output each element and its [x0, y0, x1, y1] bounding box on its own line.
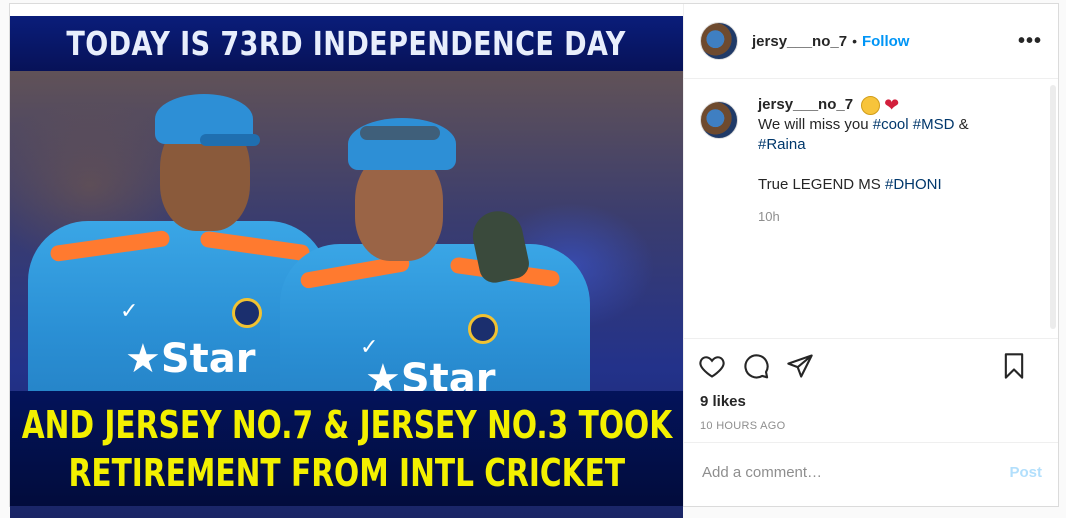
swoosh-logo: ✓ — [120, 298, 139, 323]
save-button[interactable] — [1000, 352, 1028, 380]
heart-emoji-icon: ❤ — [884, 94, 900, 115]
comment-icon — [744, 354, 769, 379]
post-image[interactable]: ✓ ★Star ✓ ★Star TODAY IS 73RD INDEPENDEN… — [10, 16, 683, 518]
caption-text: We will miss you #cool #MSD & #Raina Tru… — [758, 115, 1008, 195]
caption-comment: jersy___no_7 ❤ We will miss you #cool #M… — [700, 95, 1042, 227]
bcci-badge — [232, 298, 262, 328]
caption-time[interactable]: 10h — [758, 207, 1008, 227]
comments-section: jersy___no_7 ❤ We will miss you #cool #M… — [684, 79, 1058, 339]
caption-text-part: We will miss you — [758, 116, 873, 133]
top-banner: TODAY IS 73RD INDEPENDENCE DAY — [10, 16, 683, 71]
hashtag-msd[interactable]: #MSD — [913, 116, 955, 133]
follow-button[interactable]: Follow — [862, 33, 910, 50]
action-bar — [684, 339, 1058, 393]
sunglasses — [360, 126, 440, 140]
bottom-banner: AND JERSEY NO.7 & JERSEY NO.3 TOOK RETIR… — [10, 391, 683, 506]
post-side-panel: jersy___no_7 • Follow ••• jersy___no_7 ❤… — [683, 4, 1058, 506]
caption-username[interactable]: jersy___no_7 — [758, 95, 853, 115]
avatar[interactable] — [700, 101, 738, 139]
share-button[interactable] — [786, 352, 814, 380]
caption-text-part: True LEGEND MS — [758, 176, 885, 193]
bookmark-icon — [1004, 353, 1024, 379]
top-banner-text: TODAY IS 73RD INDEPENDENCE DAY — [66, 24, 627, 63]
add-comment-bar: Post — [684, 443, 1058, 501]
bcci-badge — [468, 314, 498, 344]
comment-button[interactable] — [742, 352, 770, 380]
hashtag-cool[interactable]: #cool — [873, 116, 909, 133]
bottom-banner-line2: RETIREMENT FROM INTL CRICKET — [68, 450, 625, 495]
share-icon — [787, 354, 813, 378]
separator-dot: • — [852, 33, 857, 49]
post-comment-button[interactable]: Post — [1009, 464, 1042, 481]
caption-body: jersy___no_7 ❤ We will miss you #cool #M… — [758, 95, 1008, 227]
bottom-banner-line1: AND JERSEY NO.7 & JERSEY NO.3 TOOK — [21, 402, 672, 447]
comments-scrollbar[interactable] — [1050, 85, 1056, 329]
post-timestamp: 10 HOURS AGO — [684, 410, 1058, 443]
header-username[interactable]: jersy___no_7 — [752, 33, 847, 50]
heart-icon — [699, 356, 725, 378]
like-button[interactable] — [698, 352, 726, 380]
cap-brim — [200, 134, 260, 146]
hashtag-dhoni[interactable]: #DHONI — [885, 176, 942, 193]
caption-header: jersy___no_7 ❤ — [758, 95, 1008, 115]
avatar[interactable] — [700, 22, 738, 60]
hashtag-raina[interactable]: #Raina — [758, 136, 806, 153]
likes-count[interactable]: 9 likes — [684, 393, 1058, 410]
sponsor-text: Star — [160, 336, 256, 382]
caption-ampersand: & — [954, 116, 969, 133]
comment-input[interactable] — [700, 462, 1010, 482]
instagram-post: ✓ ★Star ✓ ★Star TODAY IS 73RD INDEPENDEN… — [9, 3, 1059, 518]
post-header: jersy___no_7 • Follow ••• — [684, 4, 1058, 79]
sad-face-emoji-icon — [861, 95, 881, 115]
more-options-icon[interactable]: ••• — [1018, 31, 1042, 51]
sponsor-logo-left: ★Star — [125, 336, 256, 382]
